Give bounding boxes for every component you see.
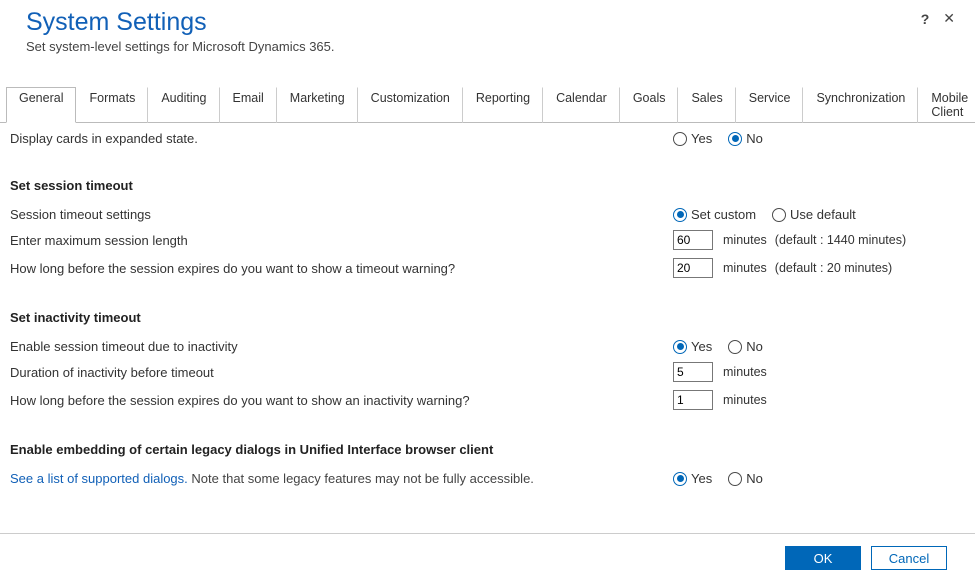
input-session-warning[interactable]: [673, 258, 713, 278]
close-icon[interactable]: ✕: [943, 10, 955, 27]
tab-general[interactable]: General: [6, 87, 76, 123]
section-session-timeout: Set session timeout: [6, 178, 969, 193]
label-inactivity-warning: How long before the session expires do y…: [10, 393, 673, 408]
radio-label: Yes: [691, 471, 712, 486]
unit-minutes: minutes: [723, 393, 767, 407]
tab-calendar[interactable]: Calendar: [543, 87, 620, 123]
radio-label: Set custom: [691, 207, 756, 222]
radio-inactivity-no[interactable]: No: [728, 339, 763, 354]
label-enable-inactivity-timeout: Enable session timeout due to inactivity: [10, 339, 673, 354]
legacy-dialogs-note-text: Note that some legacy features may not b…: [191, 471, 534, 486]
radio-session-set-custom[interactable]: Set custom: [673, 207, 756, 222]
tab-formats[interactable]: Formats: [76, 87, 148, 123]
tab-auditing[interactable]: Auditing: [148, 87, 219, 123]
dialog-footer: OK Cancel: [0, 534, 975, 584]
radio-label: No: [746, 131, 763, 146]
radio-label: No: [746, 339, 763, 354]
radio-inactivity-yes[interactable]: Yes: [673, 339, 712, 354]
tab-marketing[interactable]: Marketing: [277, 87, 358, 123]
cancel-button[interactable]: Cancel: [871, 546, 947, 570]
radio-label: No: [746, 471, 763, 486]
link-supported-dialogs[interactable]: See a list of supported dialogs.: [10, 471, 188, 486]
label-session-timeout-settings: Session timeout settings: [10, 207, 673, 222]
label-display-cards-expanded: Display cards in expanded state.: [10, 131, 673, 146]
radio-display-cards-yes[interactable]: Yes: [673, 131, 712, 146]
tab-synchronization[interactable]: Synchronization: [803, 87, 918, 123]
radio-session-use-default[interactable]: Use default: [772, 207, 856, 222]
tab-email[interactable]: Email: [220, 87, 277, 123]
radio-label: Yes: [691, 339, 712, 354]
dialog-header: System Settings Set system-level setting…: [0, 0, 975, 64]
radio-label: Yes: [691, 131, 712, 146]
tab-goals[interactable]: Goals: [620, 87, 679, 123]
radio-label: Use default: [790, 207, 856, 222]
tab-customization[interactable]: Customization: [358, 87, 463, 123]
label-inactivity-duration: Duration of inactivity before timeout: [10, 365, 673, 380]
label-session-warning: How long before the session expires do y…: [10, 261, 673, 276]
input-inactivity-duration[interactable]: [673, 362, 713, 382]
radio-legacy-yes[interactable]: Yes: [673, 471, 712, 486]
radio-legacy-no[interactable]: No: [728, 471, 763, 486]
label-max-session-length: Enter maximum session length: [10, 233, 673, 248]
radio-display-cards-no[interactable]: No: [728, 131, 763, 146]
ok-button[interactable]: OK: [785, 546, 861, 570]
dialog-subtitle: Set system-level settings for Microsoft …: [26, 39, 949, 54]
tab-service[interactable]: Service: [736, 87, 804, 123]
tabs: General Formats Auditing Email Marketing…: [0, 86, 975, 123]
section-inactivity-timeout: Set inactivity timeout: [6, 310, 969, 325]
input-max-session-length[interactable]: [673, 230, 713, 250]
content-pane: Set the default card state for Interacti…: [0, 123, 975, 509]
dialog-title: System Settings: [26, 8, 949, 37]
unit-minutes: minutes: [723, 261, 767, 275]
tab-reporting[interactable]: Reporting: [463, 87, 543, 123]
tab-sales[interactable]: Sales: [678, 87, 735, 123]
unit-minutes: minutes: [723, 233, 767, 247]
hint-default-1440: (default : 1440 minutes): [775, 233, 906, 247]
unit-minutes: minutes: [723, 365, 767, 379]
hint-default-20: (default : 20 minutes): [775, 261, 892, 275]
section-legacy-dialogs: Enable embedding of certain legacy dialo…: [6, 442, 969, 457]
legacy-dialogs-note: See a list of supported dialogs. Note th…: [10, 471, 673, 486]
tab-mobile-client[interactable]: Mobile Client: [918, 87, 975, 123]
input-inactivity-warning[interactable]: [673, 390, 713, 410]
system-settings-dialog: System Settings Set system-level setting…: [0, 0, 975, 584]
help-icon[interactable]: ?: [921, 11, 930, 27]
header-actions: ? ✕: [921, 10, 955, 27]
